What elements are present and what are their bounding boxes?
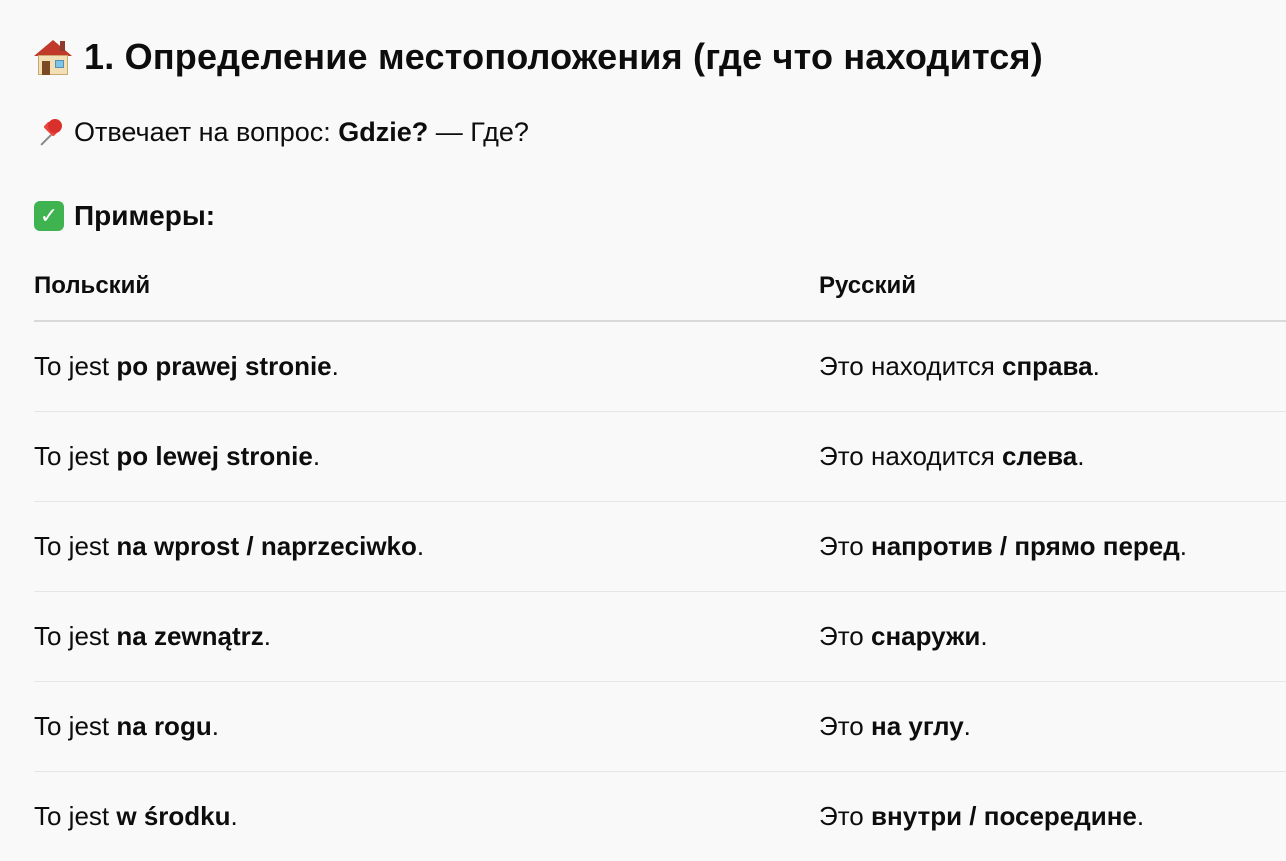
examples-title: Примеры: <box>74 200 216 231</box>
question-suffix: — Где? <box>428 116 529 147</box>
russian-cell: Это находится слева. <box>819 441 1085 471</box>
russian-cell: Это на углу. <box>819 711 971 741</box>
table-row: To jest w środku. Это внутри / посередин… <box>34 772 1286 861</box>
section-heading: 1. Определение местоположения (где что н… <box>34 32 1043 82</box>
russian-cell: Это снаружи. <box>819 621 988 651</box>
table-row: To jest na wprost / naprzeciwko. Это нап… <box>34 502 1286 592</box>
table-header: Польский Русский <box>34 258 1286 322</box>
examples-table: Польский Русский To jest po prawej stron… <box>34 258 1286 861</box>
polish-cell: To jest w środku. <box>34 801 238 831</box>
header-polish: Польский <box>34 272 151 299</box>
header-russian: Русский <box>819 272 916 299</box>
polish-cell: To jest po lewej stronie. <box>34 441 321 471</box>
table-row: To jest na zewnątrz. Это снаружи. <box>34 592 1286 682</box>
russian-cell: Это напротив / прямо перед. <box>819 531 1188 561</box>
polish-cell: To jest na wprost / naprzeciwko. <box>34 531 425 561</box>
section-title: 1. Определение местоположения (где что н… <box>84 36 1043 77</box>
polish-cell: To jest na rogu. <box>34 711 219 741</box>
house-icon <box>34 38 72 76</box>
table-row: To jest na rogu. Это на углу. <box>34 682 1286 772</box>
question-word: Gdzie? <box>338 116 429 147</box>
russian-cell: Это внутри / посередине. <box>819 801 1145 831</box>
table-row: To jest po lewej stronie. Это находится … <box>34 412 1286 502</box>
check-mark-icon: ✓ <box>34 201 64 231</box>
polish-cell: To jest na zewnątrz. <box>34 621 271 651</box>
document-page: 1. Определение местоположения (где что н… <box>0 0 1286 858</box>
polish-cell: To jest po prawej stronie. <box>34 351 339 381</box>
table-row: To jest po prawej stronie. Это находится… <box>34 322 1286 412</box>
russian-cell: Это находится справа. <box>819 351 1100 381</box>
examples-heading: ✓ Примеры: <box>34 196 215 236</box>
pushpin-icon <box>34 116 65 147</box>
question-line: Отвечает на вопрос: Gdzie? — Где? <box>34 112 529 152</box>
question-prefix: Отвечает на вопрос: <box>74 116 339 147</box>
